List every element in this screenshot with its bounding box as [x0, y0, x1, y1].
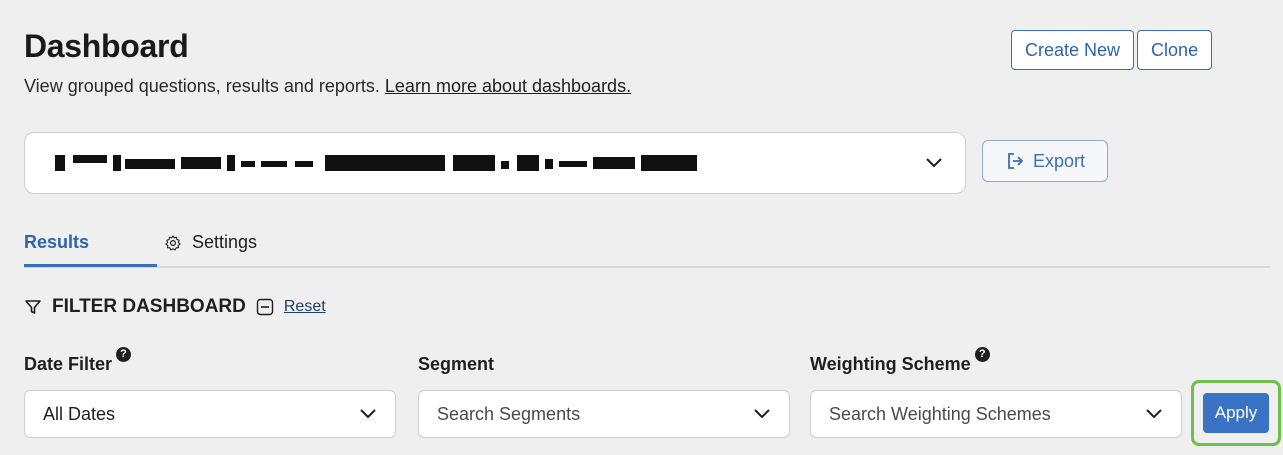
- learn-more-link[interactable]: Learn more about dashboards.: [385, 76, 631, 96]
- redacted-dashboard-name: [55, 155, 925, 171]
- chevron-down-icon: [360, 409, 376, 419]
- filter-icon: [25, 300, 41, 314]
- header-actions: Create New Clone: [1011, 30, 1213, 70]
- active-tab-indicator: [24, 264, 157, 267]
- export-label: Export: [1032, 150, 1086, 171]
- page-subtitle: View grouped questions, results and repo…: [24, 76, 631, 97]
- tab-bar: Results Settings: [24, 222, 1270, 268]
- weighting-scheme-placeholder: Search Weighting Schemes: [829, 403, 1051, 424]
- date-filter-select[interactable]: All Dates: [24, 390, 396, 438]
- tab-settings-label: Settings: [192, 232, 258, 252]
- collapse-icon[interactable]: [256, 298, 274, 316]
- weighting-scheme-label-text: Weighting Scheme: [810, 354, 971, 374]
- filter-heading: FILTER DASHBOARD: [52, 296, 246, 317]
- date-filter-label-text: Date Filter: [24, 354, 113, 374]
- segment-placeholder: Search Segments: [437, 403, 581, 424]
- export-button[interactable]: Export: [982, 140, 1108, 182]
- filter-header: FILTER DASHBOARD Reset: [24, 296, 326, 318]
- help-icon[interactable]: ?: [116, 347, 132, 362]
- gear-icon: [165, 234, 181, 250]
- date-filter-value: All Dates: [43, 403, 116, 424]
- clone-button[interactable]: Clone: [1137, 30, 1213, 70]
- apply-highlight: Apply: [1191, 380, 1281, 446]
- tab-results[interactable]: Results: [24, 232, 89, 253]
- subtitle-text: View grouped questions, results and repo…: [24, 76, 380, 96]
- tab-results-label: Results: [24, 232, 90, 252]
- page-title: Dashboard: [24, 28, 189, 64]
- apply-button[interactable]: Apply: [1203, 393, 1269, 433]
- export-icon: [1008, 153, 1024, 169]
- create-new-button[interactable]: Create New: [1011, 30, 1135, 70]
- chevron-down-icon: [926, 158, 942, 168]
- segment-label-text: Segment: [418, 354, 495, 374]
- chevron-down-icon: [1146, 409, 1162, 419]
- segment-label: Segment: [418, 354, 494, 375]
- segment-search-select[interactable]: Search Segments: [418, 390, 790, 438]
- date-filter-label: Date Filter ?: [24, 347, 132, 375]
- weighting-scheme-select[interactable]: Search Weighting Schemes: [810, 390, 1182, 438]
- tab-settings[interactable]: Settings: [164, 232, 257, 253]
- help-icon[interactable]: ?: [974, 347, 990, 362]
- dashboard-select[interactable]: [24, 132, 966, 194]
- reset-link[interactable]: Reset: [284, 298, 326, 316]
- weighting-scheme-label: Weighting Scheme ?: [810, 347, 990, 375]
- chevron-down-icon: [754, 409, 770, 419]
